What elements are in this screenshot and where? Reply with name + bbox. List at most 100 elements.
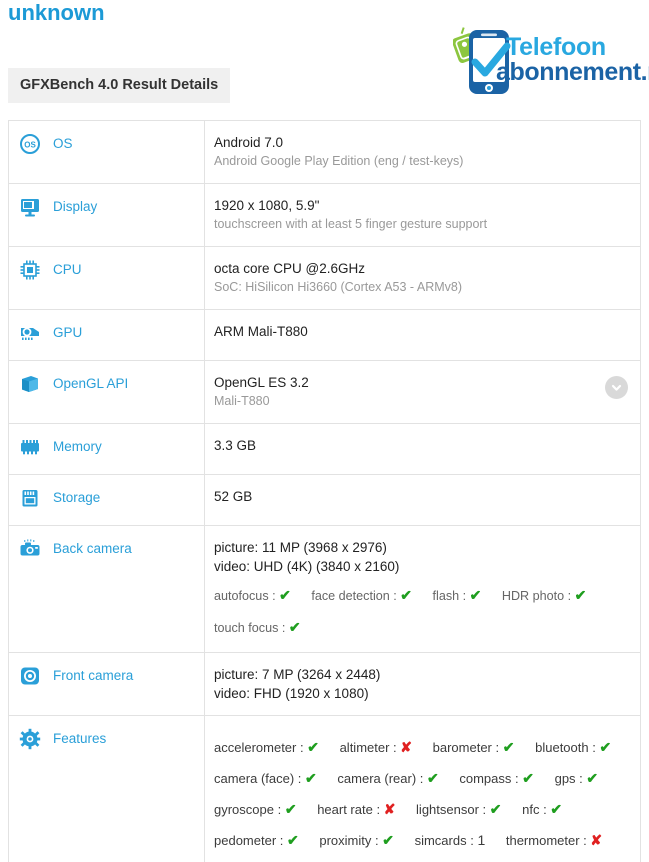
spec-label: GPU — [53, 324, 82, 342]
tab-bar: GFXBench 4.0 Result Details — [8, 68, 641, 104]
spec-label: OpenGL API — [53, 375, 128, 393]
check-icon: ✔ — [427, 770, 439, 786]
spec-value-main: picture: 7 MP (3264 x 2448) — [214, 665, 626, 684]
check-icon: ✔ — [575, 587, 587, 603]
flag-flash: flash : ✔ — [433, 584, 482, 608]
spec-value-main: ARM Mali-T880 — [214, 322, 626, 341]
spec-label-cell: Back camera — [9, 526, 205, 652]
spec-label-cell: OpenGL API — [9, 361, 205, 423]
spec-value-cell: picture: 7 MP (3264 x 2448) video: FHD (… — [205, 653, 640, 715]
spec-label-cell: Storage — [9, 475, 205, 525]
flag-simcards: simcards : 1 — [415, 829, 486, 852]
check-icon: ✔ — [305, 770, 317, 786]
spec-value-main: Android 7.0 — [214, 133, 626, 152]
flag-compass: compass : ✔ — [459, 767, 534, 790]
features-icon — [19, 728, 41, 750]
spec-value-main-2: video: UHD (4K) (3840 x 2160) — [214, 557, 626, 576]
flag-hdr-photo: HDR photo : ✔ — [502, 584, 587, 608]
os-icon: OS — [19, 133, 41, 155]
spec-value-main: octa core CPU @2.6GHz — [214, 259, 626, 278]
check-icon: ✔ — [382, 832, 394, 848]
flag-gyroscope: gyroscope : ✔ — [214, 798, 297, 821]
flag-camera-face: camera (face) : ✔ — [214, 767, 317, 790]
spec-value-cell: OpenGL ES 3.2 Mali-T880 — [205, 361, 640, 423]
flag-label: accelerometer : — [214, 740, 304, 755]
features-flags-line-1: accelerometer : ✔ altimeter : ✘ baromete… — [214, 736, 628, 759]
flag-label: compass : — [459, 771, 518, 786]
check-icon: ✔ — [522, 770, 534, 786]
check-icon: ✔ — [550, 801, 562, 817]
flag-pedometer: pedometer : ✔ — [214, 829, 299, 852]
front-camera-icon — [19, 665, 41, 687]
flag-label: camera (rear) : — [337, 771, 423, 786]
flag-autofocus: autofocus : ✔ — [214, 584, 291, 608]
expand-opengl-extensions-button[interactable] — [605, 376, 628, 399]
spec-value-cell: octa core CPU @2.6GHz SoC: HiSilicon Hi3… — [205, 247, 640, 309]
flag-label: altimeter : — [340, 740, 397, 755]
table-row-opengl-api: OpenGL API OpenGL ES 3.2 Mali-T880 — [9, 361, 640, 424]
flag-proximity: proximity : ✔ — [319, 829, 394, 852]
flag-label: barometer : — [433, 740, 499, 755]
spec-label: Display — [53, 198, 97, 216]
flag-heart-rate: heart rate : ✘ — [317, 798, 395, 821]
flag-label: autofocus : — [214, 589, 276, 603]
spec-label-cell: OS OS — [9, 121, 205, 183]
flag-label: nfc : — [522, 802, 547, 817]
back-camera-flags-line-2: touch focus : ✔ — [214, 616, 626, 640]
check-icon: ✔ — [287, 832, 299, 848]
gfxbench-result-page: unknown — [0, 0, 649, 862]
table-row-gpu: GPU ARM Mali-T880 — [9, 310, 640, 361]
spec-value-cell: accelerometer : ✔ altimeter : ✘ baromete… — [205, 716, 642, 862]
check-icon: ✔ — [307, 739, 319, 755]
flag-touch-focus: touch focus : ✔ — [214, 616, 301, 640]
back-camera-flags-line-1: autofocus : ✔ face detection : ✔ flash :… — [214, 584, 626, 608]
spec-label-cell: Memory — [9, 424, 205, 474]
flag-accelerometer: accelerometer : ✔ — [214, 736, 319, 759]
flag-label: proximity : — [319, 833, 378, 848]
spec-label: CPU — [53, 261, 82, 279]
spec-value-main: 1920 x 1080, 5.9" — [214, 196, 626, 215]
table-row-storage: Storage 52 GB — [9, 475, 640, 526]
spec-label-cell: Features — [9, 716, 205, 862]
flag-lightsensor: lightsensor : ✔ — [416, 798, 501, 821]
svg-text:OS: OS — [24, 141, 36, 150]
table-row-features: Features accelerometer : ✔ altimeter : ✘… — [9, 716, 640, 862]
spec-value-sub: Android Google Play Edition (eng / test-… — [214, 152, 626, 171]
flag-label: face detection : — [311, 589, 396, 603]
flag-bluetooth: bluetooth : ✔ — [535, 736, 611, 759]
check-icon: ✔ — [289, 619, 301, 635]
table-row-back-camera: Back camera picture: 11 MP (3968 x 2976)… — [9, 526, 640, 653]
spec-value-cell: Android 7.0 Android Google Play Edition … — [205, 121, 640, 183]
spec-value-cell: ARM Mali-T880 — [205, 310, 640, 360]
spec-value-main-2: video: FHD (1920 x 1080) — [214, 684, 626, 703]
check-icon: ✔ — [586, 770, 598, 786]
cross-icon: ✘ — [590, 832, 602, 848]
spec-label-cell: CPU — [9, 247, 205, 309]
flag-face-detection: face detection : ✔ — [311, 584, 412, 608]
flag-value: 1 — [477, 832, 485, 848]
storage-icon — [19, 487, 41, 509]
flag-label: heart rate : — [317, 802, 380, 817]
table-row-front-camera: Front camera picture: 7 MP (3264 x 2448)… — [9, 653, 640, 716]
spec-value-cell: 1920 x 1080, 5.9" touchscreen with at le… — [205, 184, 640, 246]
check-icon: ✔ — [470, 587, 482, 603]
display-icon — [19, 196, 41, 218]
flag-label: lightsensor : — [416, 802, 486, 817]
cross-icon: ✘ — [400, 739, 412, 755]
table-row-display: Display 1920 x 1080, 5.9" touchscreen wi… — [9, 184, 640, 247]
tab-gfxbench-result-details[interactable]: GFXBench 4.0 Result Details — [8, 68, 230, 103]
back-camera-icon — [19, 538, 41, 560]
table-row-os: OS OS Android 7.0 Android Google Play Ed… — [9, 121, 640, 184]
cross-icon: ✘ — [384, 801, 396, 817]
logo-line-1: Telefoon — [506, 35, 649, 60]
spec-value-sub: Mali-T880 — [214, 392, 626, 411]
flag-label: gps : — [555, 771, 583, 786]
table-row-cpu: CPU octa core CPU @2.6GHz SoC: HiSilicon… — [9, 247, 640, 310]
flag-altimeter: altimeter : ✘ — [340, 736, 412, 759]
spec-value-main: 3.3 GB — [214, 436, 626, 455]
flag-gps: gps : ✔ — [555, 767, 599, 790]
flag-label: bluetooth : — [535, 740, 596, 755]
spec-value-cell: picture: 11 MP (3968 x 2976) video: UHD … — [205, 526, 640, 652]
check-icon: ✔ — [490, 801, 502, 817]
check-icon: ✔ — [599, 739, 611, 755]
